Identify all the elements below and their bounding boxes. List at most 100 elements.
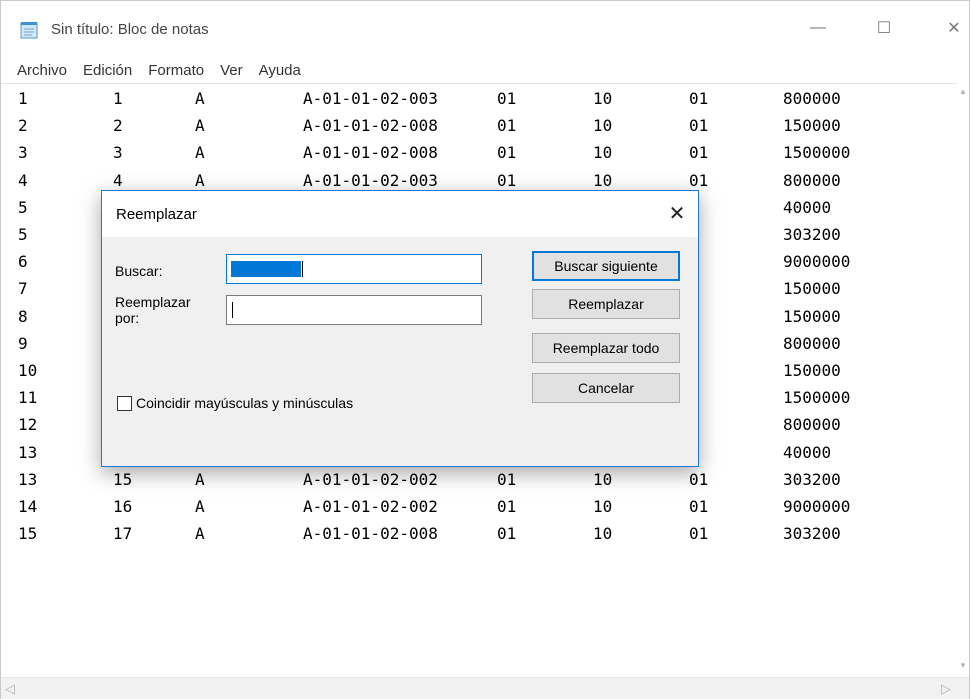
cancel-button[interactable]: Cancelar — [532, 373, 680, 403]
text-cell: 01 — [689, 469, 709, 489]
text-cell: 01 — [497, 469, 517, 489]
text-cell: 10 — [593, 469, 613, 489]
text-cell: 01 — [497, 497, 517, 516]
text-line[interactable]: 14 16 A A-01-01-02-002 01 10 01 9000000 — [1, 494, 951, 520]
text-cell: 10 — [593, 497, 613, 516]
text-cell: 800000 — [783, 89, 841, 108]
scroll-right-icon[interactable]: ▷ — [941, 681, 951, 697]
text-cell: 10 — [18, 361, 38, 380]
replace-button[interactable]: Reemplazar — [532, 289, 680, 319]
text-cell: 7 — [18, 279, 28, 299]
horizontal-scrollbar[interactable]: ◁ ▷ — [1, 677, 969, 699]
close-button[interactable]: ✕ — [939, 15, 969, 41]
find-input[interactable] — [226, 254, 482, 284]
text-cell: A — [195, 116, 205, 136]
text-cell: 10 — [593, 143, 613, 163]
text-cell: 01 — [689, 497, 709, 516]
text-caret — [232, 302, 233, 319]
text-cell: 01 — [497, 524, 517, 544]
scroll-left-icon[interactable]: ◁ — [5, 681, 15, 697]
text-cell: 800000 — [783, 333, 841, 353]
replace-all-button[interactable]: Reemplazar todo — [532, 333, 680, 363]
text-cell: 13 — [18, 442, 38, 462]
text-cell: A — [195, 143, 205, 163]
text-caret — [302, 261, 303, 278]
menu-bar: Archivo Edición Formato Ver Ayuda — [1, 57, 969, 83]
find-next-button[interactable]: Buscar siguiente — [532, 251, 680, 281]
text-cell: A-01-01-02-003 — [303, 89, 438, 108]
vertical-scrollbar[interactable]: ▲ ▼ — [957, 83, 969, 677]
text-cell: 17 — [113, 524, 133, 544]
text-cell: 303200 — [783, 469, 841, 489]
text-cell: 3 — [113, 143, 123, 163]
text-line[interactable]: 13 15 A A-01-01-02-002 01 10 01 303200 — [1, 467, 951, 493]
text-cell: A-01-01-02-008 — [303, 116, 438, 136]
text-cell: 01 — [497, 116, 517, 136]
text-cell: 303200 — [783, 225, 841, 244]
text-cell: 15 — [113, 469, 133, 489]
text-cell: 3 — [18, 143, 28, 163]
dialog-close-icon[interactable]: ✕ — [666, 202, 688, 225]
text-cell: 150000 — [783, 116, 841, 136]
replace-input[interactable] — [226, 295, 482, 325]
title-bar[interactable]: Sin título: Bloc de notas — ☐ ✕ — [1, 1, 969, 55]
text-cell: 2 — [18, 116, 28, 136]
menu-ayuda[interactable]: Ayuda — [251, 62, 309, 79]
text-cell: 12 — [18, 415, 38, 435]
text-cell: 9000000 — [783, 252, 851, 272]
text-cell: 1 — [113, 89, 123, 108]
text-cell: 9 — [18, 333, 28, 353]
text-cell: 6 — [18, 252, 28, 272]
text-cell: 10 — [593, 116, 613, 136]
text-cell: 1500000 — [783, 388, 851, 408]
text-cell: 01 — [497, 143, 517, 163]
text-cell: 2 — [113, 116, 123, 136]
text-cell: A-01-01-02-002 — [303, 469, 438, 489]
scroll-up-icon[interactable]: ▲ — [959, 87, 967, 96]
menu-formato[interactable]: Formato — [140, 62, 212, 79]
text-line[interactable]: 1 1 A A-01-01-02-003 01 10 01 800000 — [1, 86, 951, 112]
notepad-icon — [20, 21, 40, 39]
replace-dialog: Reemplazar ✕ Buscar: Reemplazar por: Bus… — [101, 190, 699, 467]
text-cell: 01 — [497, 89, 517, 108]
text-cell: A — [195, 497, 205, 516]
text-cell: 800000 — [783, 170, 841, 190]
find-label: Buscar: — [115, 263, 163, 279]
text-cell: 01 — [689, 89, 709, 108]
text-cell: 9000000 — [783, 497, 851, 516]
dialog-title: Reemplazar — [116, 206, 197, 223]
text-cell: A — [195, 469, 205, 489]
minimize-button[interactable]: — — [803, 15, 833, 41]
text-cell: 150000 — [783, 361, 841, 380]
text-line[interactable]: 15 17 A A-01-01-02-008 01 10 01 303200 — [1, 521, 951, 547]
text-cell: 15 — [18, 524, 38, 544]
replace-label: Reemplazar por: — [115, 294, 191, 326]
scroll-down-icon[interactable]: ▼ — [959, 661, 967, 670]
menu-ver[interactable]: Ver — [212, 62, 251, 79]
text-cell: 10 — [593, 89, 613, 108]
match-case-label: Coincidir mayúsculas y minúsculas — [136, 395, 354, 411]
menu-archivo[interactable]: Archivo — [9, 62, 75, 79]
maximize-button[interactable]: ☐ — [869, 15, 899, 41]
match-case-checkbox[interactable]: Coincidir mayúsculas y minúsculas — [117, 395, 353, 411]
text-cell: 10 — [593, 524, 613, 544]
dialog-title-bar[interactable]: Reemplazar ✕ — [102, 191, 698, 237]
text-cell: 150000 — [783, 279, 841, 299]
text-cell: A-01-01-02-008 — [303, 524, 438, 544]
checkbox-box[interactable] — [117, 395, 132, 411]
text-cell: 800000 — [783, 415, 841, 435]
text-line[interactable]: 2 2 A A-01-01-02-008 01 10 01 150000 — [1, 113, 951, 139]
text-cell: 8 — [18, 306, 28, 326]
text-cell: 16 — [113, 497, 133, 516]
text-cell: A — [195, 524, 205, 544]
text-cell: 14 — [18, 497, 38, 516]
text-cell: 01 — [689, 524, 709, 544]
menu-edicion[interactable]: Edición — [75, 62, 140, 79]
text-cell: 303200 — [783, 524, 841, 544]
text-cell: 40000 — [783, 197, 832, 217]
text-cell: 1500000 — [783, 143, 851, 163]
text-cell: 01 — [689, 116, 709, 136]
text-cell: A-01-01-02-002 — [303, 497, 438, 516]
text-cell: 01 — [689, 143, 709, 163]
text-line[interactable]: 3 3 A A-01-01-02-008 01 10 01 1500000 — [1, 140, 951, 166]
